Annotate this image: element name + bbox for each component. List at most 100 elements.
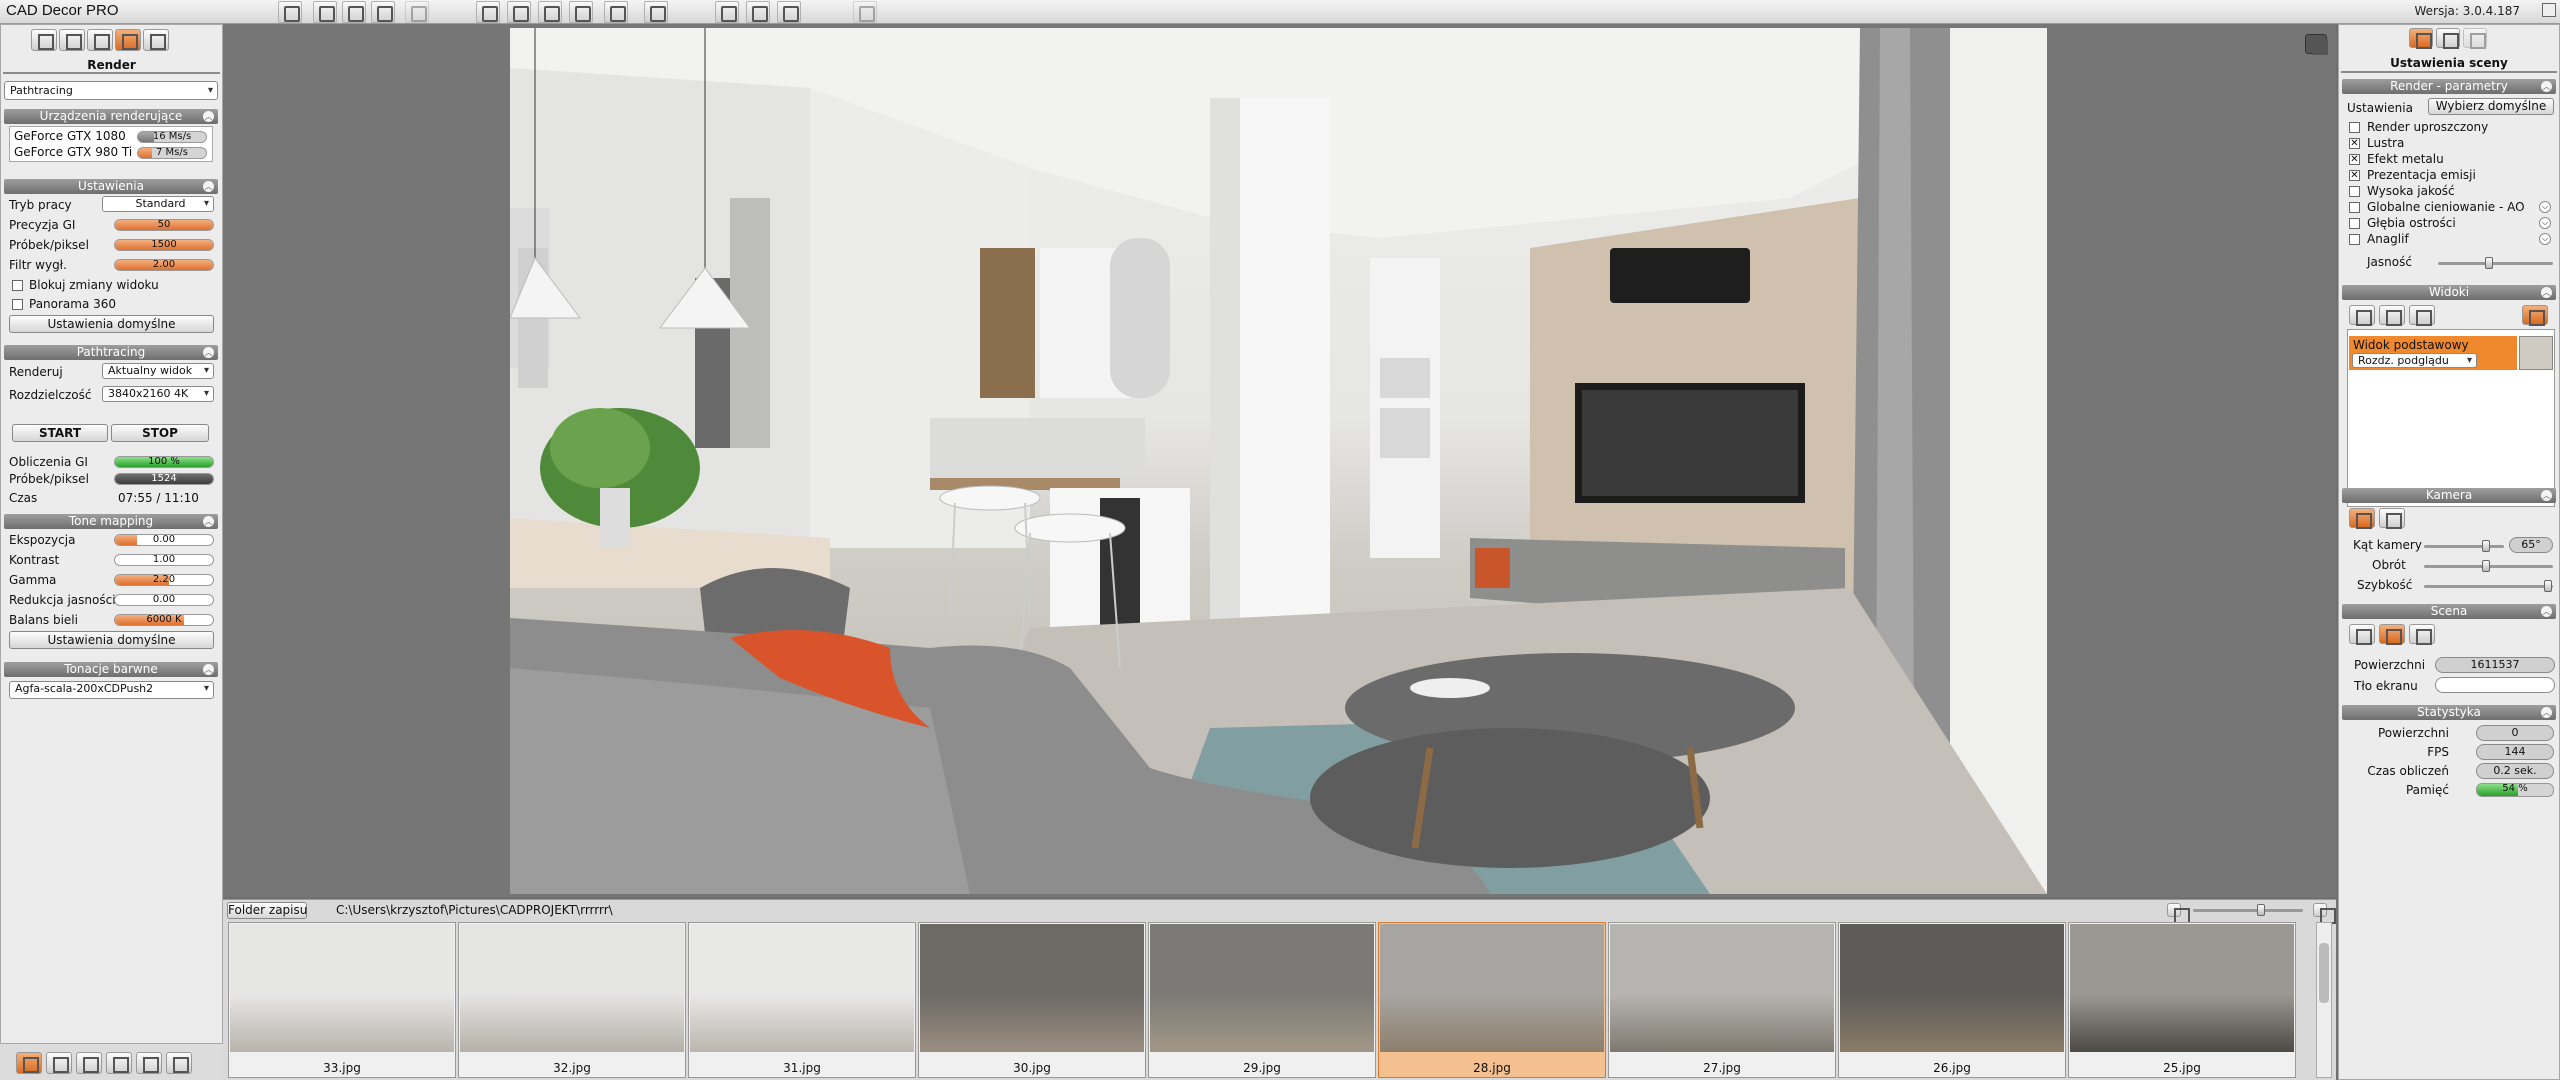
resolution-select[interactable]: 3840x2160 4K (102, 386, 214, 402)
save-folder-button[interactable]: Folder zapisu (227, 902, 307, 919)
expand-chevron-icon[interactable]: ⌵ (2539, 217, 2551, 229)
defaults-button[interactable]: Ustawienia domyślne (9, 315, 214, 333)
stop-button[interactable]: STOP (111, 424, 209, 442)
settings-tab[interactable]: Ustawienia (2347, 101, 2413, 115)
panorama-checkbox[interactable] (12, 299, 23, 310)
views-grid-icon[interactable] (2522, 305, 2548, 326)
expand-chevron-icon[interactable]: ⌵ (2539, 201, 2551, 213)
scene-lights-icon[interactable] (2409, 624, 2435, 645)
mode-plan-icon[interactable] (46, 1052, 72, 1074)
speed-slider[interactable] (2424, 580, 2553, 592)
render-option-checkbox[interactable]: ✕ (2349, 170, 2360, 181)
render-target-select[interactable]: Aktualny widok (102, 363, 214, 379)
fullscreen-icon[interactable] (2305, 34, 2328, 55)
color-tone-select[interactable]: Agfa-scala-200xCDPush2 (9, 681, 214, 699)
scene-objects-icon[interactable] (2349, 624, 2375, 645)
add-view-icon[interactable] (2349, 305, 2375, 326)
work-mode-select[interactable]: Standard (102, 196, 214, 212)
contrast-slider[interactable]: 1.00 (114, 554, 214, 566)
screen-icon[interactable] (853, 1, 877, 23)
expand-chevron-icon[interactable]: ⌵ (2539, 233, 2551, 245)
scene-settings-icon[interactable] (2409, 28, 2433, 49)
redo-icon[interactable] (405, 1, 429, 23)
render-option-checkbox[interactable] (2349, 234, 2360, 245)
background-color-field[interactable] (2435, 677, 2555, 693)
save-view-icon[interactable] (2379, 305, 2405, 326)
statistics-header[interactable]: Statystyka ︿ (2342, 705, 2556, 720)
camera-rotate-icon[interactable] (2379, 508, 2405, 529)
mode-walls-icon[interactable] (76, 1052, 102, 1074)
gi-precision-slider[interactable]: 50 (114, 219, 214, 231)
tools-icon[interactable] (777, 1, 801, 23)
views-header[interactable]: Widoki ︿ (2342, 285, 2556, 300)
start-button[interactable]: START (12, 424, 108, 442)
render-viewport[interactable] (223, 24, 2336, 897)
scene-header[interactable]: Scena ︿ (2342, 604, 2556, 619)
thumbnail-item[interactable]: 26.jpg (1838, 922, 2066, 1078)
render-option-checkbox[interactable]: ✕ (2349, 138, 2360, 149)
settings-header[interactable]: Ustawienia ︿ (4, 179, 218, 194)
select-tool-icon[interactable] (278, 1, 302, 23)
thumbnail-item[interactable]: 28.jpg (1378, 922, 1606, 1078)
samples-slider[interactable]: 1500 (114, 239, 214, 251)
3d-view-icon[interactable] (59, 29, 85, 51)
light-icon[interactable] (87, 29, 113, 51)
white-balance-slider[interactable]: 6000 K (114, 614, 214, 626)
camera-icon[interactable] (143, 29, 169, 51)
rotation-slider[interactable] (2424, 560, 2553, 572)
render-mode-select[interactable]: Pathtracing (4, 81, 218, 100)
color-tones-header[interactable]: Tonacje barwne ︿ (4, 662, 218, 677)
thumbnail-item[interactable]: 31.jpg (688, 922, 916, 1078)
thumbnail-item[interactable]: 33.jpg (228, 922, 456, 1078)
tone-defaults-button[interactable]: Ustawienia domyślne (9, 631, 214, 649)
floorplan-icon[interactable] (31, 29, 57, 51)
export-icon[interactable] (538, 1, 562, 23)
thumbnail-item[interactable]: 25.jpg (2068, 922, 2296, 1078)
measure-icon[interactable] (644, 1, 668, 23)
render-option-checkbox[interactable] (2349, 218, 2360, 229)
pathtracing-header[interactable]: Pathtracing ︿ (4, 345, 218, 360)
undo-icon[interactable] (371, 1, 395, 23)
gamma-slider[interactable]: 2.20 (114, 574, 214, 586)
orbit-icon[interactable] (313, 1, 337, 23)
layers-icon[interactable] (746, 1, 770, 23)
mode-print-icon[interactable] (166, 1052, 192, 1074)
filter-slider[interactable]: 2.00 (114, 259, 214, 271)
thumb-large-icon[interactable] (2313, 903, 2336, 924)
render-option-checkbox[interactable]: ✕ (2349, 154, 2360, 165)
thumbnail-item[interactable]: 27.jpg (1608, 922, 1836, 1078)
thumb-size-slider[interactable] (2193, 904, 2303, 916)
mode-elevation-icon[interactable] (136, 1052, 162, 1074)
thumb-grid-icon[interactable] (2167, 903, 2190, 924)
render-option-checkbox[interactable] (2349, 122, 2360, 133)
render-params-header[interactable]: Render - parametry ︿ (2342, 79, 2556, 94)
camera-header[interactable]: Kamera ︿ (2342, 488, 2556, 503)
brightness-slider[interactable] (2438, 257, 2553, 269)
thumbnail-item[interactable]: 32.jpg (458, 922, 686, 1078)
camera-angle-value[interactable]: 65° (2509, 537, 2553, 553)
mode-3d-icon[interactable] (16, 1052, 42, 1074)
render-option-checkbox[interactable] (2349, 186, 2360, 197)
render-option-checkbox[interactable] (2349, 202, 2360, 213)
render-icon[interactable] (115, 29, 141, 51)
save-icon[interactable] (476, 1, 500, 23)
tone-mapping-header[interactable]: Tone mapping ︿ (4, 514, 218, 529)
view-thumbnail[interactable] (2519, 336, 2553, 370)
save-as-icon[interactable] (507, 1, 531, 23)
print-icon[interactable] (569, 1, 593, 23)
camera-move-icon[interactable] (2349, 508, 2375, 529)
devices-header[interactable]: Urządzenia renderujące ︿ (4, 109, 218, 124)
minimize-icon[interactable] (2542, 3, 2556, 17)
delete-view-icon[interactable] (2409, 305, 2435, 326)
brightness-slider[interactable]: 0.00 (114, 594, 214, 606)
exposure-slider[interactable]: 0.00 (114, 534, 214, 546)
scene-textures-icon[interactable] (2379, 624, 2405, 645)
thumbnail-item[interactable]: 30.jpg (918, 922, 1146, 1078)
thumbnail-item[interactable]: 29.jpg (1148, 922, 1376, 1078)
lock-view-checkbox[interactable] (12, 280, 23, 291)
grid-icon[interactable] (604, 1, 628, 23)
camera-angle-slider[interactable] (2424, 540, 2504, 552)
materials-icon[interactable] (2436, 28, 2460, 49)
layout-icon[interactable] (715, 1, 739, 23)
view-resolution-select[interactable]: Rozdz. podglądu (2352, 353, 2477, 368)
